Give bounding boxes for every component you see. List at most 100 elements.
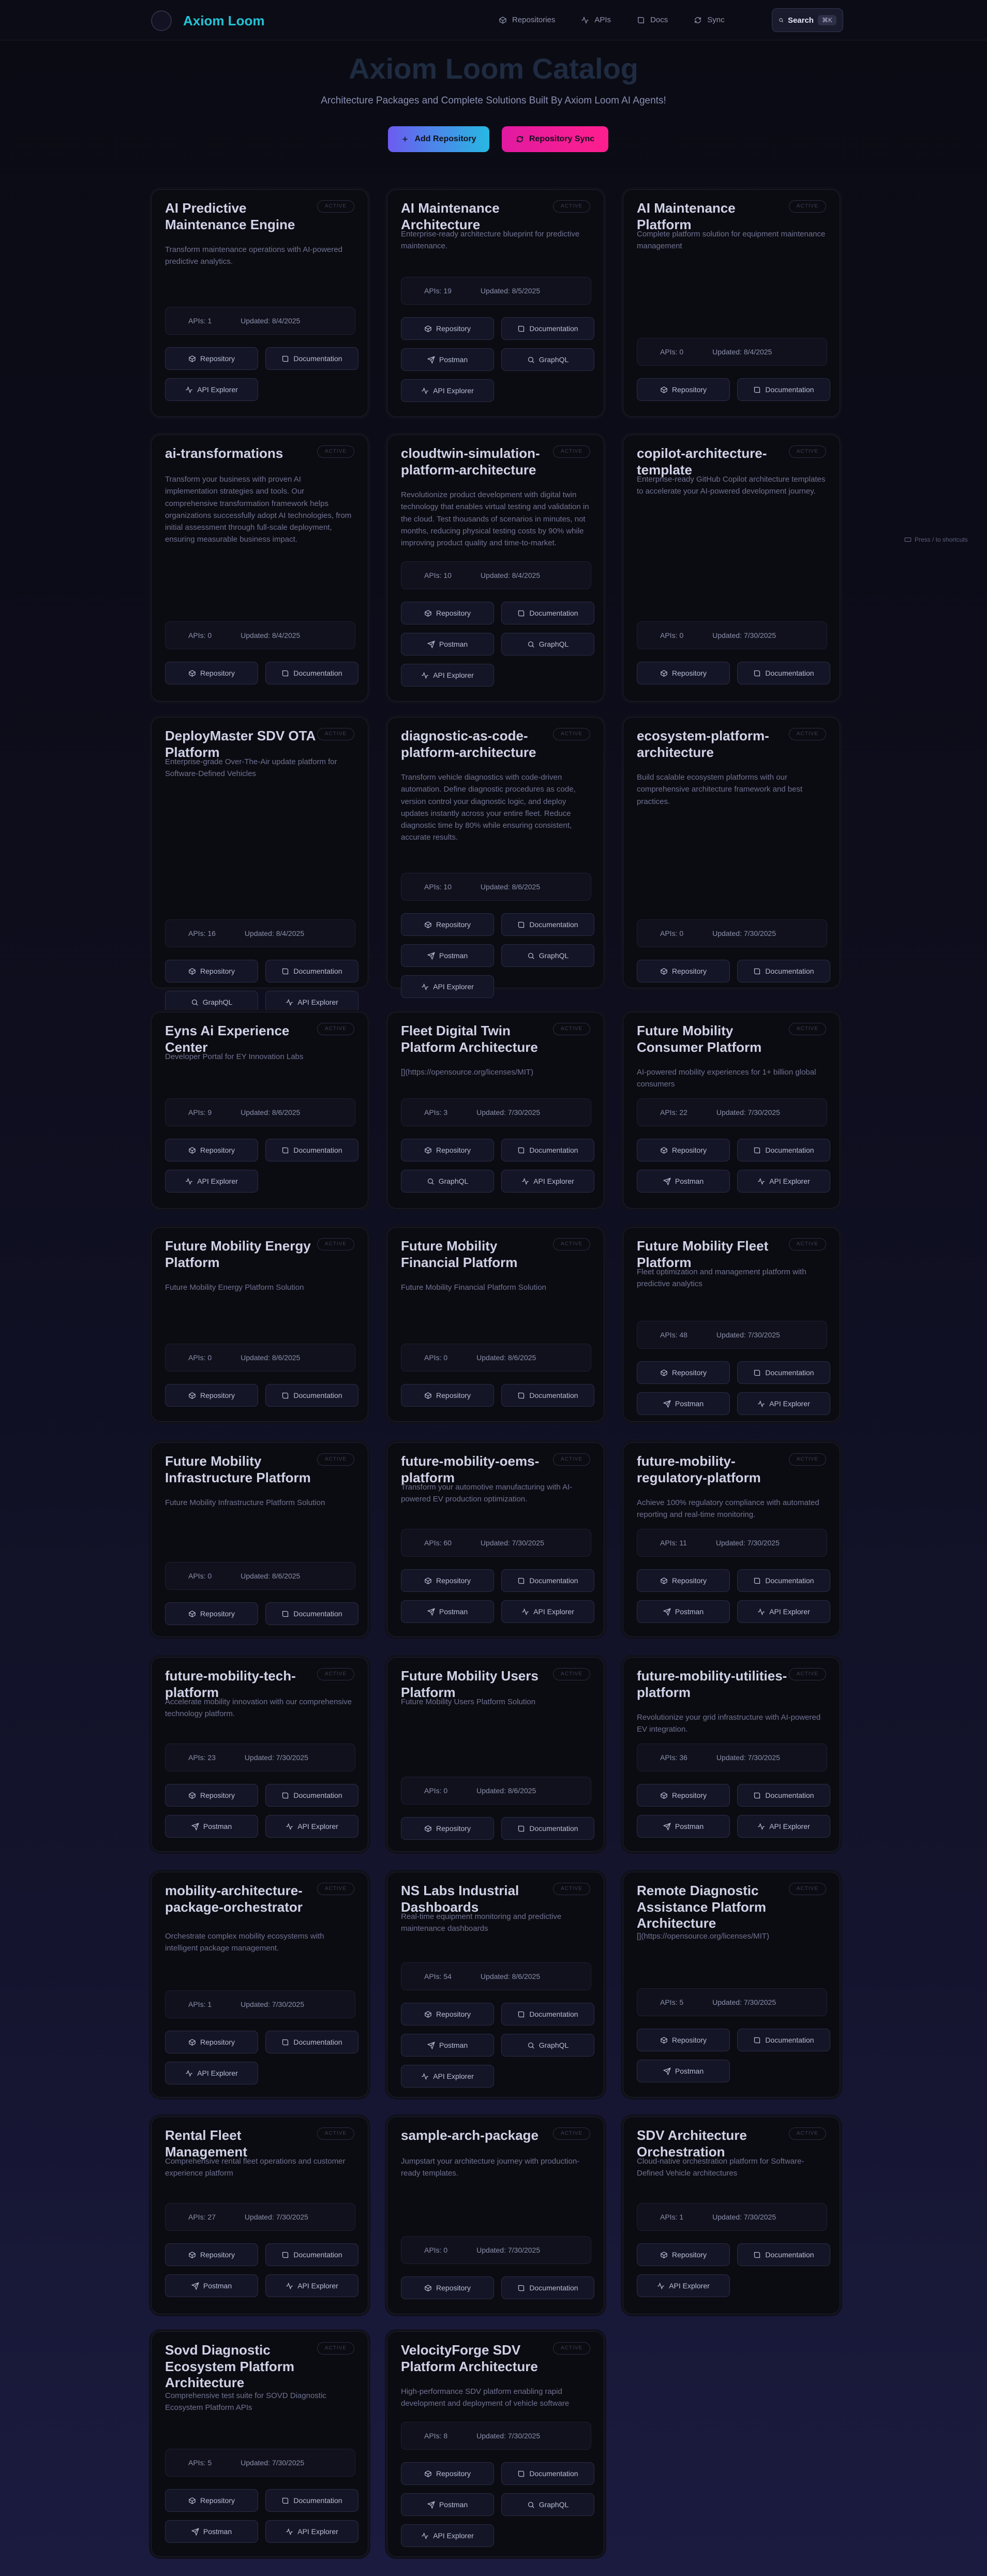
repository-button[interactable]: Repository xyxy=(165,1784,258,1807)
documentation-button[interactable]: Documentation xyxy=(265,1384,358,1407)
nav-apis[interactable]: APIs xyxy=(574,12,618,27)
repository-button[interactable]: Repository xyxy=(165,662,258,684)
repository-button[interactable]: Repository xyxy=(401,1569,494,1592)
repository-card[interactable]: VelocityForge SDV Platform Architecture A… xyxy=(387,2331,604,2557)
repository-card[interactable]: mobility-architecture-package-orchestrat… xyxy=(151,1872,368,2097)
repository-card[interactable]: cloudtwin-simulation-platform-architectu… xyxy=(387,435,604,702)
repository-button[interactable]: Repository xyxy=(637,662,730,684)
repository-card[interactable]: ecosystem-platform-architecture ACTIVE Bui… xyxy=(623,717,840,988)
repository-card[interactable]: Future Mobility Infrastructure Platform A… xyxy=(151,1442,368,1637)
repository-button[interactable]: Repository xyxy=(165,2243,258,2266)
api-explorer-button[interactable]: API Explorer xyxy=(737,1392,830,1415)
repository-card[interactable]: Future Mobility Users Platform ACTIVE Futu… xyxy=(387,1657,604,1852)
repository-button[interactable]: Repository xyxy=(637,2243,730,2266)
repository-button[interactable]: Repository xyxy=(401,2003,494,2026)
repository-button[interactable]: Repository xyxy=(165,1384,258,1407)
postman-button[interactable]: Postman xyxy=(401,2493,494,2516)
documentation-button[interactable]: Documentation xyxy=(265,2243,358,2266)
api-explorer-button[interactable]: API Explorer xyxy=(265,2274,358,2297)
repository-card[interactable]: Rental Fleet Management ACTIVE Comprehensi… xyxy=(151,2117,368,2314)
documentation-button[interactable]: Documentation xyxy=(737,662,830,684)
repository-card[interactable]: Sovd Diagnostic Ecosystem Platform Archi… xyxy=(151,2331,368,2557)
repository-card[interactable]: Fleet Digital Twin Platform Architecture… xyxy=(387,1012,604,1209)
repository-card[interactable]: AI Maintenance Platform ACTIVE Complete pl… xyxy=(623,189,840,417)
repository-button[interactable]: Repository xyxy=(401,317,494,340)
repository-card[interactable]: future-mobility-regulatory-platform ACTIV… xyxy=(623,1442,840,1637)
repository-card[interactable]: Future Mobility Consumer Platform ACTIVE A… xyxy=(623,1012,840,1209)
api-explorer-button[interactable]: API Explorer xyxy=(165,2062,258,2084)
api-explorer-button[interactable]: API Explorer xyxy=(165,1170,258,1193)
documentation-button[interactable]: Documentation xyxy=(265,662,358,684)
postman-button[interactable]: Postman xyxy=(165,1815,258,1838)
documentation-button[interactable]: Documentation xyxy=(501,1384,594,1407)
documentation-button[interactable]: Documentation xyxy=(737,960,830,982)
repository-button[interactable]: Repository xyxy=(637,1139,730,1162)
repository-button[interactable]: Repository xyxy=(401,1139,494,1162)
repository-card[interactable]: Future Mobility Fleet Platform ACTIVE Flee… xyxy=(623,1227,840,1422)
repository-card[interactable]: future-mobility-oems-platform ACTIVE Trans… xyxy=(387,1442,604,1637)
repository-card[interactable]: Eyns Ai Experience Center ACTIVE Developer… xyxy=(151,1012,368,1209)
repository-card[interactable]: Future Mobility Energy Platform ACTIVE Fut… xyxy=(151,1227,368,1422)
repository-card[interactable]: copilot-architecture-template ACTIVE Enter… xyxy=(623,435,840,702)
api-explorer-button[interactable]: API Explorer xyxy=(401,975,494,998)
graphql-button[interactable]: GraphQL xyxy=(501,348,594,371)
documentation-button[interactable]: Documentation xyxy=(265,1602,358,1625)
repository-button[interactable]: Repository xyxy=(637,1569,730,1592)
repository-card[interactable]: sample-arch-package ACTIVE Jumpstart your … xyxy=(387,2117,604,2314)
documentation-button[interactable]: Documentation xyxy=(737,1569,830,1592)
nav-sync[interactable]: Sync xyxy=(686,12,731,27)
documentation-button[interactable]: Documentation xyxy=(265,2489,358,2512)
api-explorer-button[interactable]: API Explorer xyxy=(737,1600,830,1623)
repository-card[interactable]: future-mobility-utilities-platform ACTIVE… xyxy=(623,1657,840,1852)
graphql-button[interactable]: GraphQL xyxy=(165,991,258,1014)
postman-button[interactable]: Postman xyxy=(401,633,494,656)
api-explorer-button[interactable]: API Explorer xyxy=(265,1815,358,1838)
repository-button[interactable]: Repository xyxy=(637,2029,730,2051)
postman-button[interactable]: Postman xyxy=(401,1600,494,1623)
brand[interactable]: Axiom Loom xyxy=(151,10,264,31)
documentation-button[interactable]: Documentation xyxy=(265,347,358,370)
graphql-button[interactable]: GraphQL xyxy=(501,944,594,967)
postman-button[interactable]: Postman xyxy=(637,1815,730,1838)
documentation-button[interactable]: Documentation xyxy=(737,2029,830,2051)
graphql-button[interactable]: GraphQL xyxy=(501,2034,594,2057)
repository-button[interactable]: Repository xyxy=(637,378,730,401)
documentation-button[interactable]: Documentation xyxy=(265,1784,358,1807)
documentation-button[interactable]: Documentation xyxy=(501,1817,594,1840)
api-explorer-button[interactable]: API Explorer xyxy=(501,1170,594,1193)
repository-card[interactable]: AI Predictive Maintenance Engine ACTIVE Tr… xyxy=(151,189,368,417)
repository-button[interactable]: Repository xyxy=(401,602,494,624)
repository-sync-button[interactable]: Repository Sync xyxy=(502,126,608,152)
documentation-button[interactable]: Documentation xyxy=(737,1361,830,1384)
documentation-button[interactable]: Documentation xyxy=(501,317,594,340)
repository-card[interactable]: SDV Architecture Orchestration ACTIVE Clou… xyxy=(623,2117,840,2314)
documentation-button[interactable]: Documentation xyxy=(737,378,830,401)
documentation-button[interactable]: Documentation xyxy=(501,2276,594,2299)
graphql-button[interactable]: GraphQL xyxy=(501,633,594,656)
repository-button[interactable]: Repository xyxy=(165,1139,258,1162)
repository-button[interactable]: Repository xyxy=(165,2489,258,2512)
postman-button[interactable]: Postman xyxy=(637,1392,730,1415)
documentation-button[interactable]: Documentation xyxy=(501,2003,594,2026)
documentation-button[interactable]: Documentation xyxy=(501,602,594,624)
nav-repositories[interactable]: Repositories xyxy=(491,12,562,27)
repository-card[interactable]: DeployMaster SDV OTA Platform ACTIVE Enter… xyxy=(151,717,368,1014)
repository-button[interactable]: Repository xyxy=(165,2031,258,2053)
graphql-button[interactable]: GraphQL xyxy=(501,2493,594,2516)
repository-button[interactable]: Repository xyxy=(401,2276,494,2299)
repository-button[interactable]: Repository xyxy=(637,1784,730,1807)
repository-button[interactable]: Repository xyxy=(637,960,730,982)
api-explorer-button[interactable]: API Explorer xyxy=(737,1815,830,1838)
documentation-button[interactable]: Documentation xyxy=(501,913,594,936)
postman-button[interactable]: Postman xyxy=(401,348,494,371)
documentation-button[interactable]: Documentation xyxy=(501,1139,594,1162)
api-explorer-button[interactable]: API Explorer xyxy=(165,378,258,401)
api-explorer-button[interactable]: API Explorer xyxy=(637,2274,730,2297)
repository-button[interactable]: Repository xyxy=(165,960,258,982)
repository-card[interactable]: future-mobility-tech-platform ACTIVE Accel… xyxy=(151,1657,368,1852)
postman-button[interactable]: Postman xyxy=(401,944,494,967)
documentation-button[interactable]: Documentation xyxy=(737,1784,830,1807)
api-explorer-button[interactable]: API Explorer xyxy=(265,991,358,1014)
repository-button[interactable]: Repository xyxy=(637,1361,730,1384)
repository-button[interactable]: Repository xyxy=(401,1384,494,1407)
